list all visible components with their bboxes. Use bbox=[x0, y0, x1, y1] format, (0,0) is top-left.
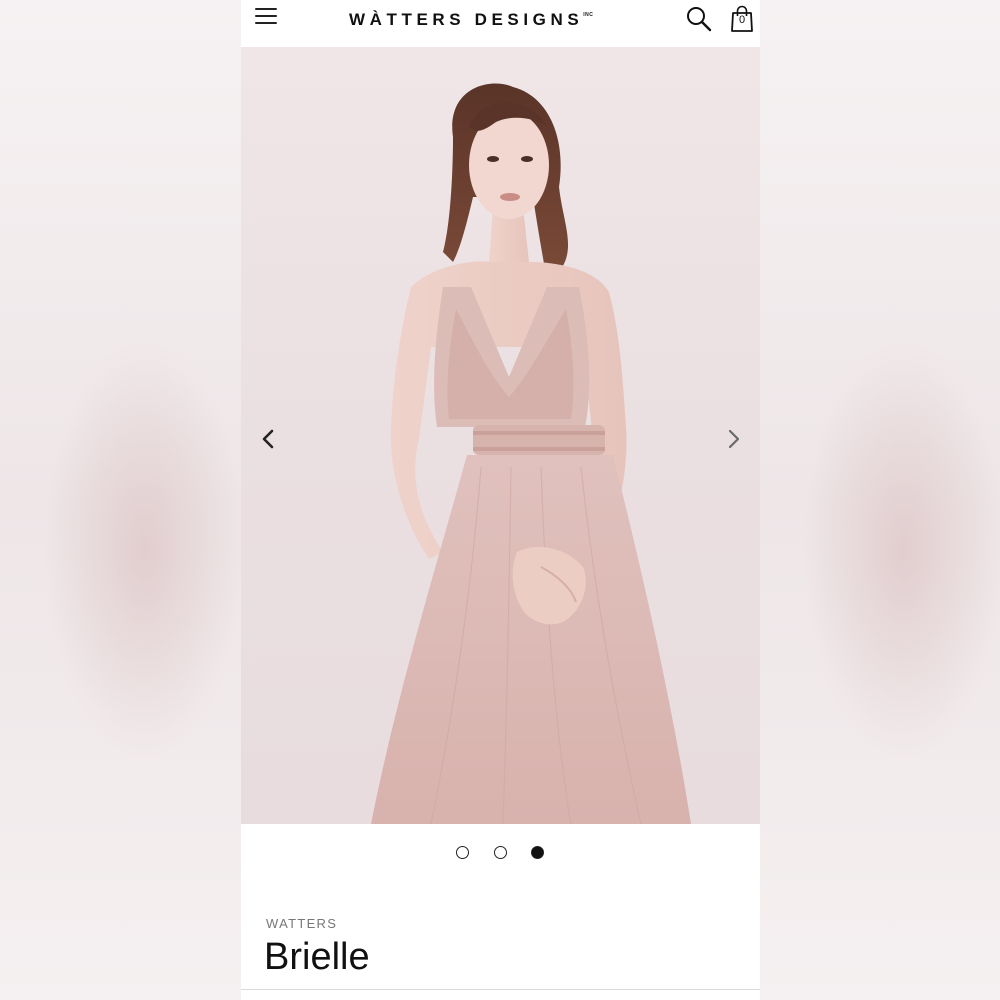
previous-image-button[interactable] bbox=[256, 427, 280, 451]
carousel-indicators bbox=[241, 846, 760, 866]
product-photo bbox=[371, 83, 691, 824]
site-header: WÀTTERS DESIGNSINC 0 bbox=[241, 0, 760, 46]
cart-button[interactable]: 0 bbox=[729, 5, 755, 33]
carousel-dot-2[interactable] bbox=[494, 846, 507, 859]
carousel-dot-3[interactable] bbox=[531, 846, 544, 859]
product-name: Brielle bbox=[264, 936, 370, 978]
chevron-left-icon bbox=[262, 429, 274, 449]
background-blur-left bbox=[0, 0, 241, 1000]
search-icon bbox=[687, 7, 712, 32]
chevron-right-icon bbox=[728, 429, 740, 449]
carousel-dot-1[interactable] bbox=[456, 846, 469, 859]
logo-text: WÀTTERS DESIGNS bbox=[349, 10, 584, 29]
product-brand: WATTERS bbox=[266, 916, 338, 931]
background-blur-right bbox=[759, 0, 1000, 1000]
site-logo[interactable]: WÀTTERS DESIGNSINC bbox=[349, 10, 593, 30]
search-button[interactable] bbox=[685, 5, 713, 33]
hamburger-icon bbox=[255, 8, 277, 24]
product-image-carousel[interactable] bbox=[241, 47, 760, 824]
menu-button[interactable] bbox=[255, 8, 277, 26]
logo-suffix: INC bbox=[583, 12, 594, 18]
cart-count: 0 bbox=[738, 14, 746, 26]
mobile-page: WÀTTERS DESIGNSINC 0 WATTERS Brielle bbox=[241, 0, 760, 1000]
next-image-button[interactable] bbox=[722, 427, 746, 451]
divider bbox=[241, 989, 760, 990]
